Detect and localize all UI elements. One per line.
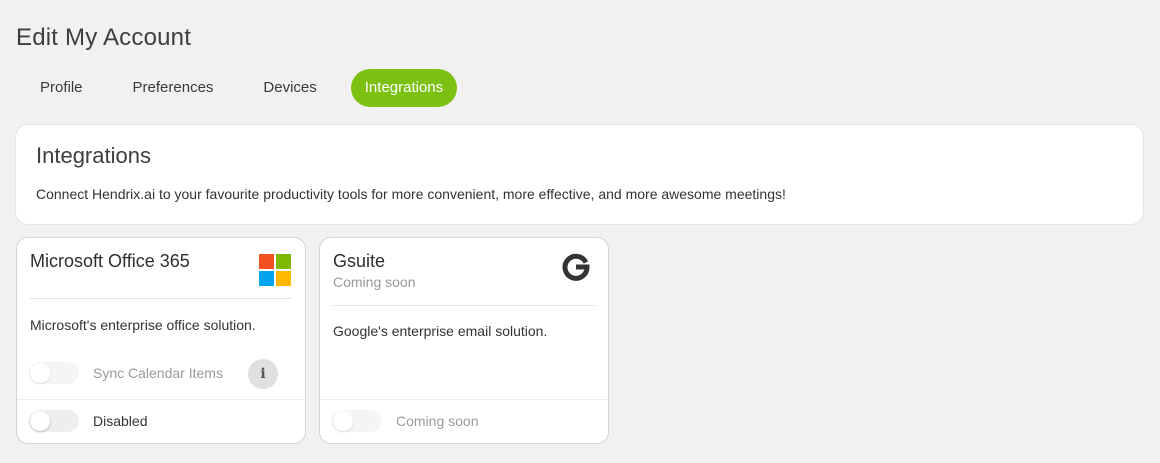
tab-preferences[interactable]: Preferences <box>109 69 238 107</box>
card-divider <box>333 305 595 306</box>
enable-integration-toggle[interactable] <box>29 410 79 432</box>
info-icon[interactable]: i <box>248 359 278 389</box>
page-title: Edit My Account <box>16 24 192 51</box>
toggle-knob <box>30 363 50 383</box>
microsoft-logo-icon <box>259 254 291 286</box>
tab-integrations[interactable]: Integrations <box>350 69 458 107</box>
tab-profile[interactable]: Profile <box>16 69 107 107</box>
integration-status-label: Coming soon <box>396 413 479 429</box>
integrations-heading: Integrations <box>36 143 151 168</box>
integration-name: Microsoft Office 365 <box>30 251 190 271</box>
card-footer: Disabled <box>17 399 305 443</box>
google-g-logo-icon <box>562 253 590 281</box>
integration-subtitle: Coming soon <box>333 274 416 290</box>
card-divider <box>30 298 292 299</box>
card-footer: Coming soon <box>320 399 608 443</box>
integration-description: Google's enterprise email solution. <box>333 323 548 339</box>
integration-description: Microsoft's enterprise office solution. <box>30 317 256 333</box>
enable-integration-toggle[interactable] <box>332 410 382 432</box>
gsuite-card: Gsuite Coming soon Google's enterprise e… <box>319 237 609 444</box>
sync-calendar-label: Sync Calendar Items <box>93 365 223 381</box>
toggle-knob <box>30 411 50 431</box>
sync-calendar-toggle[interactable] <box>29 362 79 384</box>
account-tabs: Profile Preferences Devices Integrations <box>16 69 459 107</box>
integration-name: Gsuite <box>333 251 386 271</box>
integration-status-label: Disabled <box>93 413 148 429</box>
integrations-description: Connect Hendrix.ai to your favourite pro… <box>36 186 786 202</box>
integrations-intro-card: Integrations Connect Hendrix.ai to your … <box>16 125 1143 224</box>
tab-devices[interactable]: Devices <box>239 69 340 107</box>
microsoft-office-365-card: Microsoft Office 365 Microsoft's enterpr… <box>16 237 306 444</box>
toggle-knob <box>333 411 353 431</box>
